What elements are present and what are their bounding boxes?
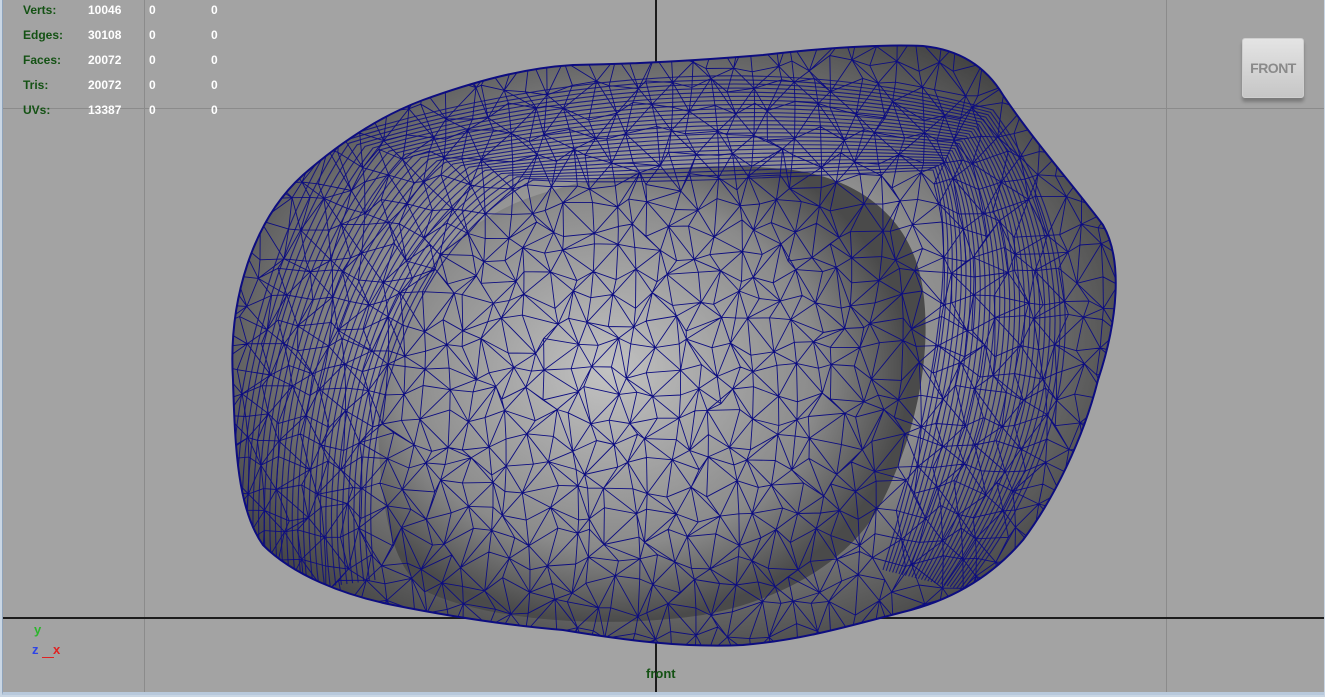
axis-x-line: [42, 657, 54, 658]
hud-label: UVs:: [23, 103, 51, 117]
camera-name-label: front: [646, 666, 676, 681]
hud-value: 0: [211, 53, 218, 67]
hud-value: 0: [211, 28, 218, 42]
hud-value: 0: [149, 3, 156, 17]
axis-z-label: z: [32, 642, 39, 657]
axis-y-label: y: [34, 622, 42, 637]
hud-value: 20072: [88, 78, 122, 92]
front-viewport[interactable]: Verts: 10046 0 0 Edges: 30108 0 0 Faces: 20072 0 0 T…: [2, 0, 1324, 695]
view-cube-front[interactable]: FRONT: [1242, 38, 1304, 98]
hud-value: 30108: [88, 28, 122, 42]
hud-value: 10046: [88, 3, 122, 17]
hud-value: 20072: [88, 53, 122, 67]
hud-value: 0: [211, 103, 218, 117]
hud-value: 13387: [88, 103, 122, 117]
hud-value: 0: [211, 78, 218, 92]
hud-value: 0: [149, 103, 156, 117]
hud-value: 0: [149, 28, 156, 42]
hud-value: 0: [149, 53, 156, 67]
axis-gizmo: y z x: [31, 622, 71, 662]
hud-label: Verts:: [23, 3, 57, 17]
axis-x-label: x: [53, 642, 61, 657]
hud-label: Edges:: [23, 28, 64, 42]
hud-label: Tris:: [23, 78, 49, 92]
hud-value: 0: [211, 3, 218, 17]
hud-value: 0: [149, 78, 156, 92]
wireframe-mesh[interactable]: [3, 0, 1324, 692]
hud-label: Faces:: [23, 53, 62, 67]
